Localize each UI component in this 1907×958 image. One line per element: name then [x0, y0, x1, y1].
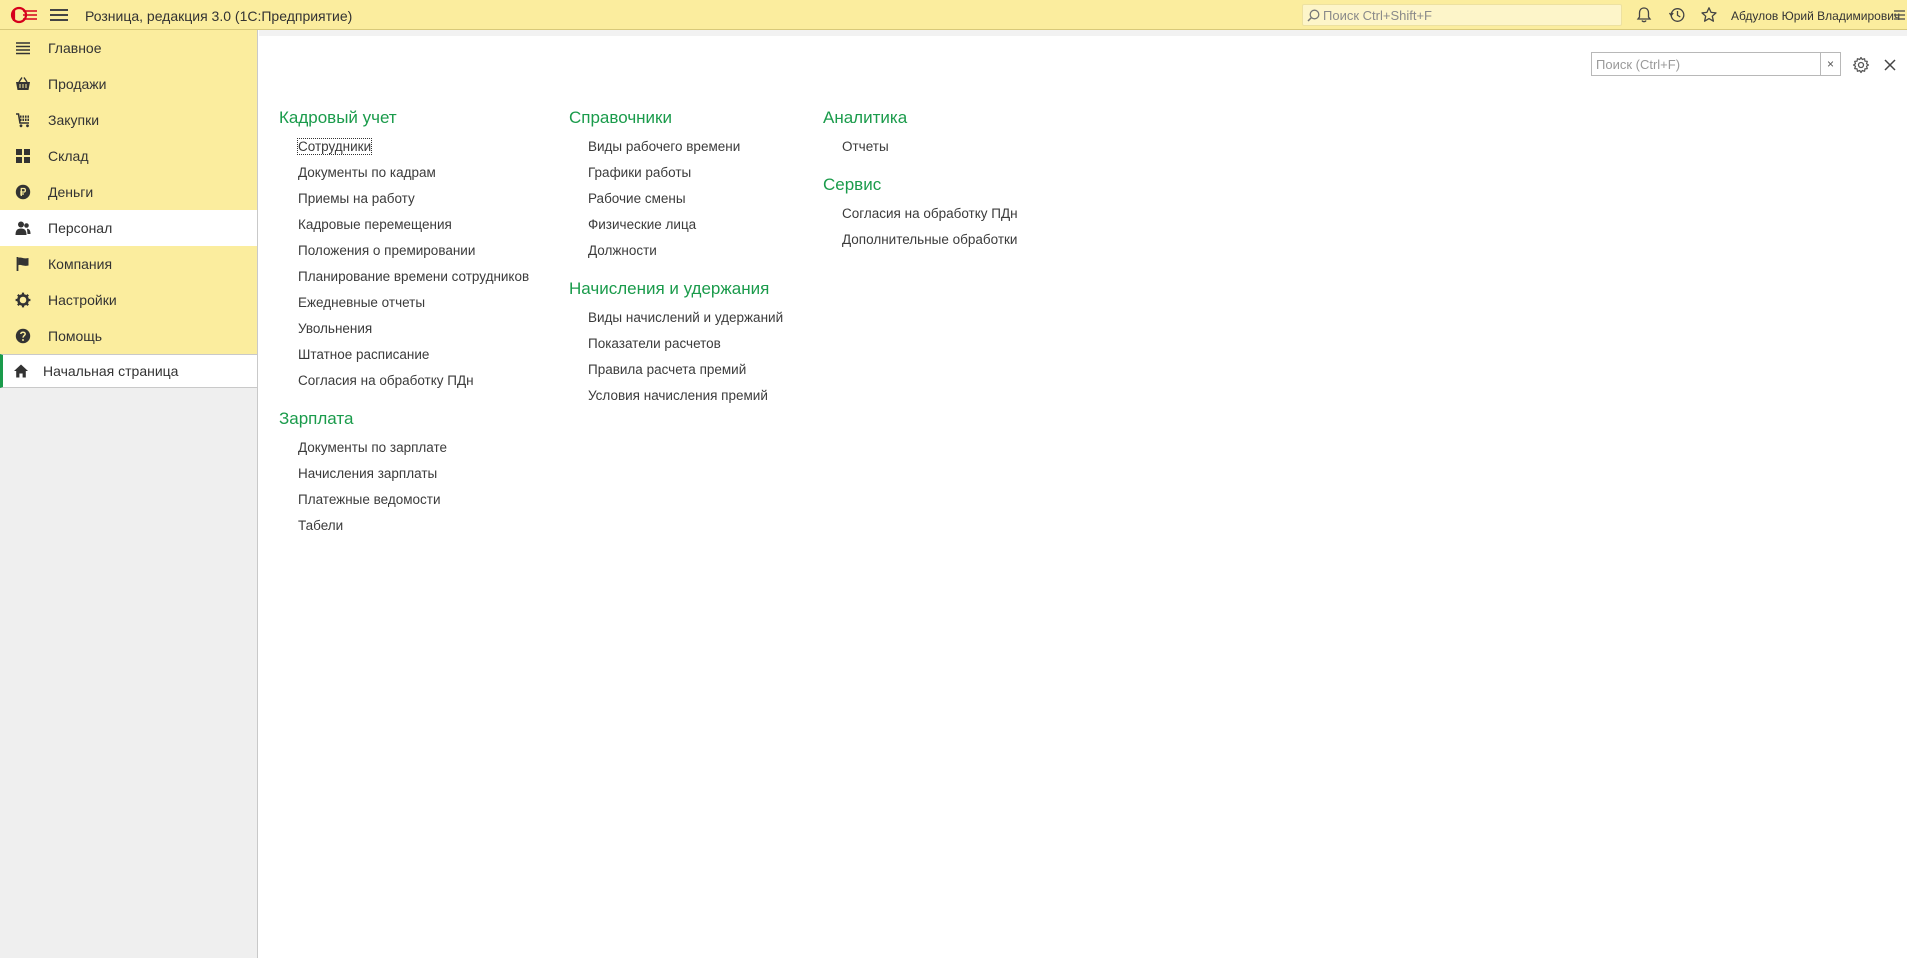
panel-search[interactable]: × [1591, 52, 1841, 76]
app-title: Розница, редакция 3.0 (1С:Предприятие) [85, 8, 353, 24]
favorites-star-icon[interactable] [1700, 6, 1718, 24]
group-title-catalogs: Справочники [569, 108, 672, 127]
group-title-salary: Зарплата [279, 409, 354, 428]
section-money[interactable]: Деньги [0, 174, 257, 210]
history-icon[interactable] [1668, 6, 1686, 24]
section-label: Настройки [48, 292, 117, 308]
global-search[interactable] [1302, 4, 1622, 26]
section-warehouse[interactable]: Склад [0, 138, 257, 174]
sections-panel: Главное Продажи Закупки Склад Деньги Пер… [0, 30, 258, 958]
commands-column-1: Кадровый учет Сотрудники Документы по ка… [279, 101, 529, 551]
group-title-analytics: Аналитика [823, 108, 908, 127]
link-salary-documents[interactable]: Документы по зарплате [279, 435, 529, 461]
link-payment-statements[interactable]: Платежные ведомости [279, 487, 529, 513]
more-menu-icon[interactable] [1892, 8, 1906, 22]
link-additional-processing[interactable]: Дополнительные обработки [823, 227, 1018, 253]
group-title-hr: Кадровый учет [279, 108, 397, 127]
home-page-tab[interactable]: Начальная страница [0, 354, 257, 388]
section-label: Персонал [48, 220, 113, 236]
link-timesheets[interactable]: Табели [279, 513, 529, 539]
bell-icon[interactable] [1635, 6, 1653, 24]
sections-list: Главное Продажи Закупки Склад Деньги Пер… [0, 30, 257, 354]
settings-gear-icon[interactable] [1852, 56, 1870, 74]
question-icon [14, 327, 32, 345]
section-label: Главное [48, 40, 102, 56]
group-links-hr: Сотрудники Документы по кадрам Приемы на… [279, 134, 529, 394]
link-bonus-conditions[interactable]: Условия начисления премий [569, 383, 783, 409]
people-icon [14, 219, 32, 237]
clear-search-button[interactable]: × [1820, 53, 1840, 75]
link-positions[interactable]: Должности [569, 238, 783, 264]
link-employees[interactable]: Сотрудники [279, 134, 529, 160]
ruble-coin-icon [14, 183, 32, 201]
gear-icon [14, 291, 32, 309]
link-reports[interactable]: Отчеты [823, 134, 1018, 160]
link-time-planning[interactable]: Планирование времени сотрудников [279, 264, 529, 290]
section-panel-content: × Кадровый учет Сотрудники Документы по … [259, 30, 1907, 958]
group-links-analytics: Отчеты [823, 134, 1018, 160]
global-search-input[interactable] [1323, 7, 1621, 23]
group-links-service: Согласия на обработку ПДн Дополнительные… [823, 201, 1018, 253]
link-dismissals[interactable]: Увольнения [279, 316, 529, 342]
user-name[interactable]: Абдулов Юрий Владимирович [1731, 9, 1900, 23]
link-hr-documents[interactable]: Документы по кадрам [279, 160, 529, 186]
section-main[interactable]: Главное [0, 30, 257, 66]
link-bonus-regulations[interactable]: Положения о премировании [279, 238, 529, 264]
grid-icon [14, 147, 32, 165]
close-icon[interactable] [1882, 57, 1898, 73]
top-bar: Розница, редакция 3.0 (1С:Предприятие) А… [0, 0, 1907, 30]
link-bonus-rules[interactable]: Правила расчета премий [569, 357, 783, 383]
home-page-label: Начальная страница [43, 363, 179, 379]
1c-logo-icon [10, 6, 37, 24]
commands-column-2: Справочники Виды рабочего времени График… [569, 101, 783, 421]
section-help[interactable]: Помощь [0, 318, 257, 354]
link-accrual-types[interactable]: Виды начислений и удержаний [569, 305, 783, 331]
search-icon [1307, 9, 1320, 22]
link-daily-reports[interactable]: Ежедневные отчеты [279, 290, 529, 316]
menu-lines-icon [14, 39, 32, 57]
group-title-accruals: Начисления и удержания [569, 279, 770, 298]
section-label: Компания [48, 256, 113, 272]
section-settings[interactable]: Настройки [0, 282, 257, 318]
link-work-schedules[interactable]: Графики работы [569, 160, 783, 186]
link-transfers[interactable]: Кадровые перемещения [279, 212, 529, 238]
main-menu-button[interactable] [50, 7, 68, 23]
section-label: Помощь [48, 328, 103, 344]
section-label: Продажи [48, 76, 107, 92]
section-label: Склад [48, 148, 89, 164]
link-pd-consents[interactable]: Согласия на обработку ПДн [279, 368, 529, 394]
section-label: Деньги [48, 184, 94, 200]
panel-search-input[interactable] [1592, 53, 1820, 75]
link-calc-indicators[interactable]: Показатели расчетов [569, 331, 783, 357]
link-individuals[interactable]: Физические лица [569, 212, 783, 238]
section-sales[interactable]: Продажи [0, 66, 257, 102]
group-links-accruals: Виды начислений и удержаний Показатели р… [569, 305, 783, 409]
group-links-salary: Документы по зарплате Начисления зарплат… [279, 435, 529, 539]
link-service-pd-consents[interactable]: Согласия на обработку ПДн [823, 201, 1018, 227]
section-purchases[interactable]: Закупки [0, 102, 257, 138]
group-title-service: Сервис [823, 175, 882, 194]
cart-icon [14, 111, 32, 129]
section-label: Закупки [48, 112, 100, 128]
home-icon [14, 364, 28, 378]
section-company[interactable]: Компания [0, 246, 257, 282]
link-staff-schedule[interactable]: Штатное расписание [279, 342, 529, 368]
commands-column-3: Аналитика Отчеты Сервис Согласия на обра… [823, 101, 1018, 265]
link-hirings[interactable]: Приемы на работу [279, 186, 529, 212]
link-salary-accruals[interactable]: Начисления зарплаты [279, 461, 529, 487]
basket-icon [14, 75, 32, 93]
group-links-catalogs: Виды рабочего времени Графики работы Раб… [569, 134, 783, 264]
link-work-time-types[interactable]: Виды рабочего времени [569, 134, 783, 160]
flag-icon [14, 255, 32, 273]
link-work-shifts[interactable]: Рабочие смены [569, 186, 783, 212]
section-personnel[interactable]: Персонал [0, 210, 257, 246]
